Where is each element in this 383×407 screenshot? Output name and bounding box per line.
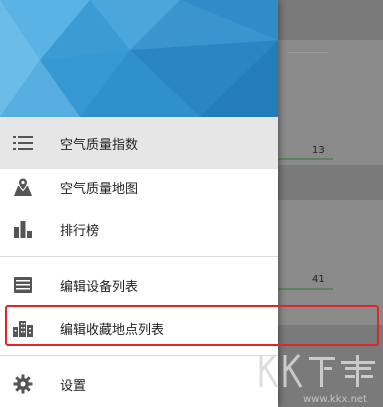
map-marker-icon [12, 176, 34, 198]
background-divider [288, 52, 328, 53]
menu-divider [0, 256, 278, 257]
menu-item-label: 设置 [60, 378, 87, 394]
device-list-icon [12, 274, 34, 296]
menu-divider [0, 355, 278, 356]
menu-item-label: 排行榜 [60, 223, 100, 239]
menu-item-label: 空气质量地图 [60, 181, 139, 197]
list-icon [12, 132, 34, 154]
bar-chart-icon [12, 218, 34, 240]
drawer-header-image [0, 0, 278, 117]
watermark-url: www.kkx.net [303, 394, 367, 405]
highlight-annotation [5, 305, 379, 346]
watermark-logo [259, 354, 375, 388]
background-bar [278, 158, 333, 160]
gear-icon [12, 373, 34, 395]
background-bar [278, 288, 333, 290]
background-value: 41 [312, 274, 325, 285]
menu-item-label: 编辑设备列表 [60, 279, 139, 295]
background-card [278, 40, 383, 165]
menu-item-ranking[interactable]: 排行榜 [0, 203, 278, 255]
menu-item-label: 空气质量指数 [60, 137, 139, 153]
watermark: www.kkx.net [255, 347, 381, 407]
menu-item-settings[interactable]: 设置 [0, 358, 278, 407]
background-value: 13 [312, 145, 325, 156]
